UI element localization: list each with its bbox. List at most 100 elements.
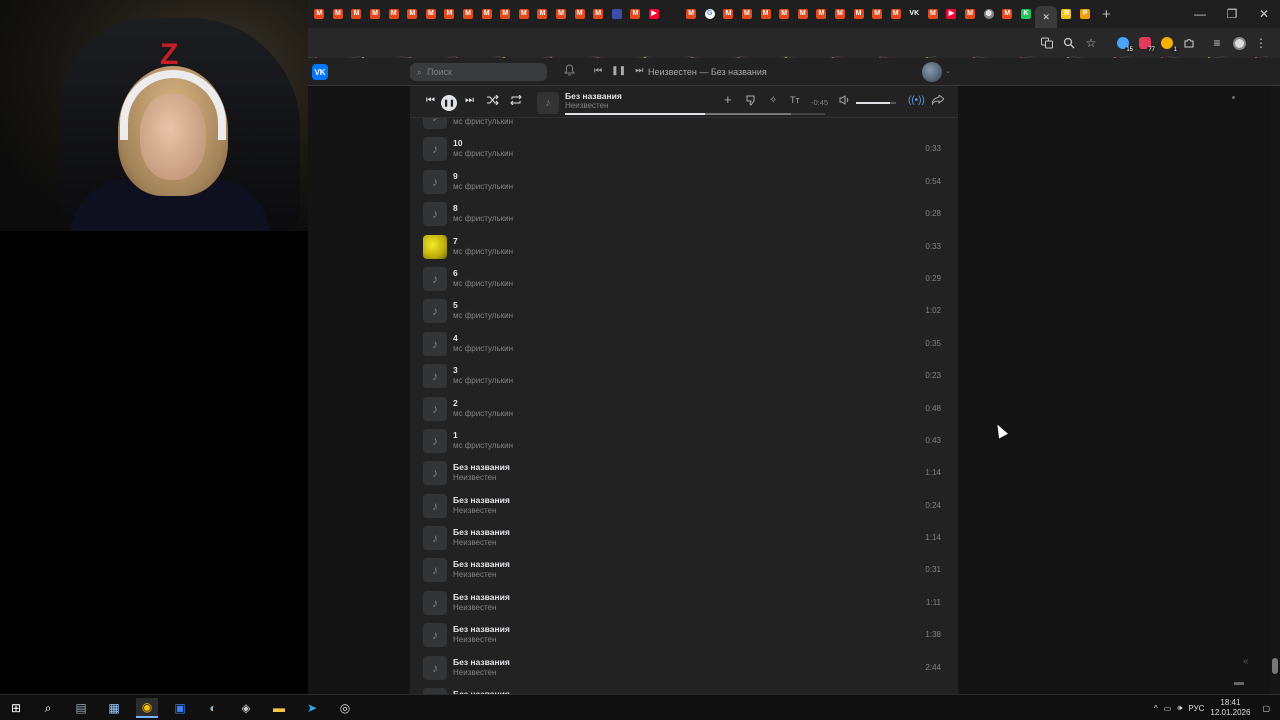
track-cover[interactable]: ♪ bbox=[423, 202, 447, 227]
progress-bar[interactable] bbox=[565, 113, 825, 115]
vk-logo[interactable]: VK bbox=[312, 64, 328, 80]
close-window-button[interactable]: ✕ bbox=[1248, 0, 1280, 28]
chat-bubble-icon[interactable]: ▬ bbox=[1234, 677, 1244, 688]
chevron-down-icon[interactable]: ⌄ bbox=[945, 67, 951, 75]
language-indicator[interactable]: РУС bbox=[1188, 704, 1204, 713]
track-cover[interactable]: ♪ bbox=[423, 169, 447, 194]
track-artist[interactable]: мс фристулькин bbox=[453, 247, 513, 256]
volume-slider[interactable] bbox=[856, 102, 896, 104]
browser-tab-27[interactable]: M bbox=[812, 5, 831, 23]
browser-tab-24[interactable]: M bbox=[756, 5, 775, 23]
browser-tab-1[interactable]: M bbox=[329, 5, 348, 23]
track-row[interactable]: ♪ Без названия Неизвестен 2:44 bbox=[410, 653, 958, 685]
pause-button[interactable]: ❚❚ bbox=[441, 95, 457, 111]
folder-icon[interactable]: ▬ bbox=[268, 698, 290, 718]
track-title[interactable]: 6 bbox=[453, 268, 458, 278]
track-row[interactable]: ♪ 5 мс фристулькин 1:02 bbox=[410, 296, 958, 328]
steam-icon[interactable]: ◐ bbox=[202, 698, 224, 718]
header-now-playing[interactable]: Неизвестен — Без названия bbox=[648, 67, 767, 77]
browser-tab-35[interactable]: M bbox=[961, 5, 980, 23]
shuffle-icon[interactable] bbox=[487, 94, 499, 108]
track-title[interactable]: 3 bbox=[453, 365, 458, 375]
browser-icon[interactable]: ◈ bbox=[235, 698, 257, 718]
track-title[interactable]: Без названия bbox=[453, 495, 510, 505]
track-row[interactable]: ♪ Без названия Неизвестен 0:24 bbox=[410, 491, 958, 523]
track-artist[interactable]: Неизвестен bbox=[453, 506, 496, 515]
collapse-chevrons-icon[interactable]: « bbox=[1243, 656, 1249, 667]
track-cover[interactable]: ♪ bbox=[423, 590, 447, 615]
track-artist[interactable]: Неизвестен bbox=[453, 603, 496, 612]
browser-tab-10[interactable]: M bbox=[496, 5, 515, 23]
track-cover[interactable]: ♪ bbox=[423, 558, 447, 583]
track-row[interactable]: ♪ 4 мс фристулькин 0:35 bbox=[410, 329, 958, 361]
browser-tab-18[interactable]: ▶ bbox=[645, 5, 664, 23]
track-cover[interactable]: ♪ bbox=[423, 137, 447, 162]
track-title[interactable]: 4 bbox=[453, 333, 458, 343]
time-remaining[interactable]: -0:45 bbox=[811, 98, 828, 107]
track-cover[interactable]: ♪ bbox=[423, 526, 447, 551]
track-title[interactable]: Без названия bbox=[453, 527, 510, 537]
track-title[interactable]: 10 bbox=[453, 138, 462, 148]
browser-tab-37[interactable]: M bbox=[998, 5, 1017, 23]
track-cover[interactable]: ♪ bbox=[423, 428, 447, 453]
track-artist[interactable]: мс фристулькин bbox=[453, 409, 513, 418]
browser-tab-15[interactable]: M bbox=[589, 5, 608, 23]
tray-chevron-icon[interactable]: ^ bbox=[1154, 704, 1158, 713]
track-row[interactable]: ♪ Без названия Неизвестен 1:14 bbox=[410, 458, 958, 490]
track-row[interactable]: 7 мс фристулькин 0:33 bbox=[410, 232, 958, 264]
broadcast-icon[interactable]: ((•)) bbox=[908, 95, 925, 106]
windows-start-icon[interactable]: ⊞ bbox=[5, 698, 27, 718]
restore-button[interactable]: ❐ bbox=[1216, 0, 1248, 28]
share-icon[interactable] bbox=[931, 93, 945, 108]
track-row[interactable]: ♪ 3 мс фристулькин 0:23 bbox=[410, 361, 958, 393]
zoom-icon[interactable] bbox=[1058, 32, 1080, 54]
browser-tab-32[interactable]: VK bbox=[905, 5, 924, 23]
track-row[interactable]: ♪ 8 мс фристулькин 0:28 bbox=[410, 199, 958, 231]
track-row[interactable]: ♪ Без названия Неизвестен 1:11 bbox=[410, 588, 958, 620]
browser-tab-38[interactable]: K bbox=[1017, 5, 1036, 23]
browser-tab-31[interactable]: M bbox=[886, 5, 905, 23]
network-icon[interactable]: ▭ bbox=[1164, 704, 1172, 713]
track-title[interactable]: 8 bbox=[453, 203, 458, 213]
browser-tab-26[interactable]: M bbox=[793, 5, 812, 23]
extension-3-icon[interactable]: 1 bbox=[1156, 32, 1178, 54]
track-row[interactable]: ♪ 2 мс фристулькин 0:48 bbox=[410, 394, 958, 426]
track-cover[interactable]: ♪ bbox=[423, 396, 447, 421]
browser-tab-20[interactable]: M bbox=[682, 5, 701, 23]
clock[interactable]: 18:41 12.01.2026 bbox=[1210, 698, 1250, 718]
browser-tab-36[interactable]: ◍ bbox=[979, 5, 998, 23]
track-artist[interactable]: Неизвестен bbox=[453, 570, 496, 579]
header-next-icon[interactable]: ⏭ bbox=[635, 65, 643, 76]
track-title[interactable]: Без названия bbox=[453, 624, 510, 634]
track-artist[interactable]: Неизвестен bbox=[453, 668, 496, 677]
track-title[interactable]: Без названия bbox=[453, 657, 510, 667]
track-row[interactable]: ♪ 6 мс фристулькин 0:29 bbox=[410, 264, 958, 296]
track-row[interactable]: ♪Без названия bbox=[410, 685, 958, 694]
browser-tab-8[interactable]: M bbox=[459, 5, 478, 23]
search-icon[interactable]: ⌕ bbox=[37, 698, 59, 718]
browser-tab-29[interactable]: M bbox=[849, 5, 868, 23]
track-cover[interactable]: ♪ bbox=[423, 364, 447, 389]
app-icon[interactable]: ▣ bbox=[169, 698, 191, 718]
translate-icon[interactable] bbox=[1036, 32, 1058, 54]
notifications-icon[interactable]: ▢ bbox=[1262, 704, 1270, 713]
track-cover[interactable]: ♪ bbox=[423, 623, 447, 648]
track-artist[interactable]: мс фристулькин bbox=[453, 311, 513, 320]
track-artist[interactable]: мс фристулькин bbox=[453, 279, 513, 288]
browser-tab-30[interactable]: M bbox=[868, 5, 887, 23]
new-tab-button[interactable]: + bbox=[1094, 6, 1118, 23]
track-title[interactable]: 5 bbox=[453, 300, 458, 310]
browser-tab-12[interactable]: M bbox=[533, 5, 552, 23]
browser-tab-right-1[interactable]: P bbox=[1076, 5, 1095, 23]
scrollbar-thumb[interactable] bbox=[1272, 658, 1278, 674]
extension-2-icon[interactable]: 77 bbox=[1134, 32, 1156, 54]
browser-tab-right-0[interactable]: Я bbox=[1057, 5, 1076, 23]
browser-tab-13[interactable]: M bbox=[552, 5, 571, 23]
track-artist[interactable]: мс фристулькин bbox=[453, 149, 513, 158]
track-artist[interactable]: мс фристулькин bbox=[453, 214, 513, 223]
chrome-icon[interactable]: ◉ bbox=[136, 698, 158, 718]
track-title[interactable]: 1 bbox=[453, 430, 458, 440]
browser-tab-34[interactable]: ▶ bbox=[942, 5, 961, 23]
track-title[interactable]: Без названия bbox=[453, 592, 510, 602]
track-cover[interactable]: ♪ bbox=[423, 493, 447, 518]
